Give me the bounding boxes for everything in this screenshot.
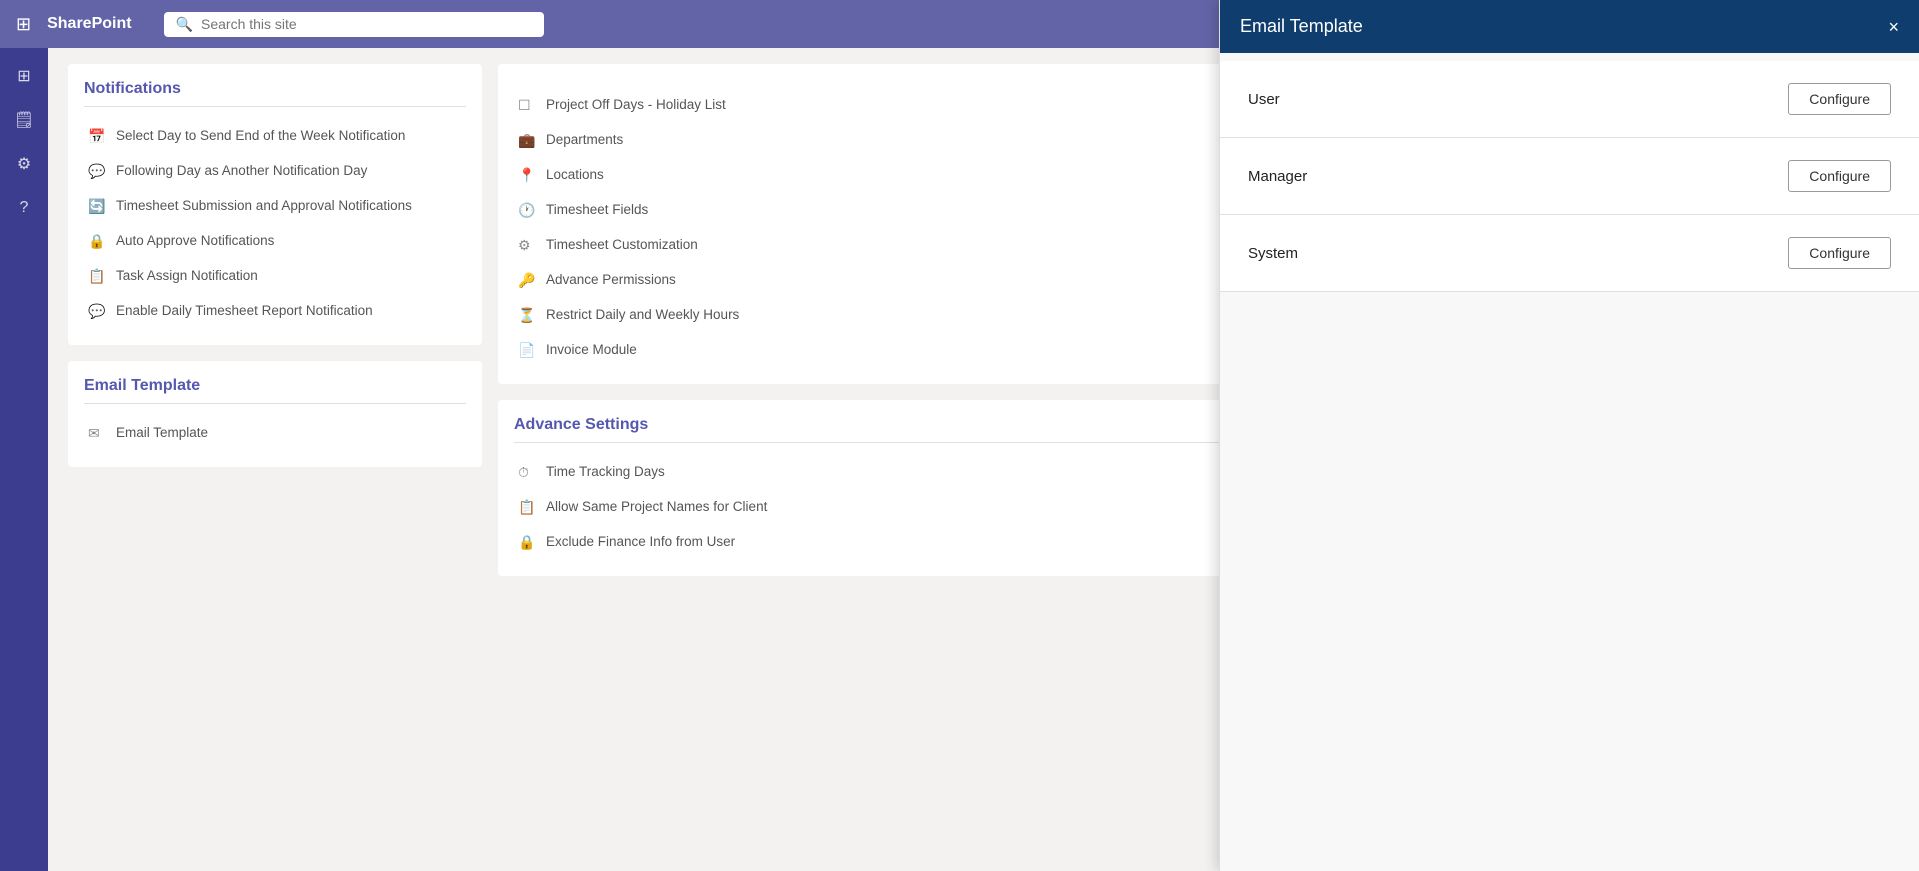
notifications-title: Notifications bbox=[84, 80, 466, 107]
sidebar-item-settings[interactable]: ⚙ bbox=[4, 144, 44, 184]
notifications-section: Notifications 📅 Select Day to Send End o… bbox=[68, 64, 482, 345]
menu-item-label: Timesheet Customization bbox=[546, 236, 698, 255]
manager-label: Manager bbox=[1248, 168, 1307, 185]
checkbox-icon: ☐ bbox=[518, 97, 536, 115]
menu-item-label: Timesheet Fields bbox=[546, 201, 648, 220]
menu-item-timesheet-approval[interactable]: 🔄 Timesheet Submission and Approval Noti… bbox=[84, 189, 466, 224]
waffle-icon[interactable]: ⊞ bbox=[12, 10, 35, 39]
menu-item-label: Email Template bbox=[116, 424, 208, 443]
menu-item-email-template[interactable]: ✉ Email Template bbox=[84, 416, 466, 451]
menu-item-label: Exclude Finance Info from User bbox=[546, 533, 735, 552]
menu-item-label: Departments bbox=[546, 131, 623, 150]
calendar-icon: 📅 bbox=[88, 128, 106, 146]
menu-item-label: Locations bbox=[546, 166, 604, 185]
menu-item-following-day[interactable]: 💬 Following Day as Another Notification … bbox=[84, 154, 466, 189]
lock-alt-icon: 🔒 bbox=[518, 534, 536, 552]
app-logo: SharePoint bbox=[47, 15, 131, 33]
document-icon: 📄 bbox=[518, 342, 536, 360]
search-box: 🔍 bbox=[164, 12, 544, 37]
settings-icon: ⚙ bbox=[518, 237, 536, 255]
email-template-panel: Email Template × User Configure Manager … bbox=[1219, 0, 1919, 871]
menu-item-label: Task Assign Notification bbox=[116, 267, 258, 286]
menu-item-label: Restrict Daily and Weekly Hours bbox=[546, 306, 739, 325]
hourglass-icon: ⏳ bbox=[518, 307, 536, 325]
menu-item-auto-approve[interactable]: 🔒 Auto Approve Notifications bbox=[84, 224, 466, 259]
menu-item-task-assign[interactable]: 📋 Task Assign Notification bbox=[84, 259, 466, 294]
clipboard-icon: 📋 bbox=[88, 268, 106, 286]
sidebar-item-waffle[interactable]: ⊞ bbox=[4, 56, 44, 96]
menu-item-label: Following Day as Another Notification Da… bbox=[116, 162, 367, 181]
template-row-manager: Manager Configure bbox=[1220, 138, 1919, 215]
menu-item-label: Enable Daily Timesheet Report Notificati… bbox=[116, 302, 373, 321]
menu-item-label: Select Day to Send End of the Week Notif… bbox=[116, 127, 405, 146]
lock-icon: 🔒 bbox=[88, 233, 106, 251]
panel-title: Email Template bbox=[1240, 16, 1363, 37]
left-column: Notifications 📅 Select Day to Send End o… bbox=[68, 64, 498, 592]
menu-item-label: Invoice Module bbox=[546, 341, 637, 360]
key-icon: 🔑 bbox=[518, 272, 536, 290]
menu-item-daily-report[interactable]: 💬 Enable Daily Timesheet Report Notifica… bbox=[84, 294, 466, 329]
mail-icon: ✉ bbox=[88, 425, 106, 443]
chat2-icon: 💬 bbox=[88, 303, 106, 321]
system-label: System bbox=[1248, 245, 1298, 262]
panel-close-button[interactable]: × bbox=[1888, 18, 1899, 36]
menu-item-week-notification[interactable]: 📅 Select Day to Send End of the Week Not… bbox=[84, 119, 466, 154]
briefcase-icon: 💼 bbox=[518, 132, 536, 150]
search-icon: 🔍 bbox=[176, 16, 193, 33]
panel-header: Email Template × bbox=[1220, 0, 1919, 53]
menu-item-label: Advance Permissions bbox=[546, 271, 676, 290]
menu-item-label: Allow Same Project Names for Client bbox=[546, 498, 767, 517]
sidebar: ⊞ 🗒 ⚙ ? bbox=[0, 48, 48, 871]
email-template-title: Email Template bbox=[84, 377, 466, 404]
template-row-system: System Configure bbox=[1220, 215, 1919, 292]
pin-icon: 📍 bbox=[518, 167, 536, 185]
sidebar-item-notebook[interactable]: 🗒 bbox=[4, 100, 44, 140]
menu-item-label: Time Tracking Days bbox=[546, 463, 665, 482]
clock-icon: 🕐 bbox=[518, 202, 536, 220]
document-list-icon: 📋 bbox=[518, 499, 536, 517]
configure-user-button[interactable]: Configure bbox=[1788, 83, 1891, 115]
sidebar-item-help[interactable]: ? bbox=[4, 188, 44, 228]
refresh-icon: 🔄 bbox=[88, 198, 106, 216]
menu-item-label: Project Off Days - Holiday List bbox=[546, 96, 726, 115]
user-label: User bbox=[1248, 91, 1280, 108]
configure-system-button[interactable]: Configure bbox=[1788, 237, 1891, 269]
menu-item-label: Auto Approve Notifications bbox=[116, 232, 274, 251]
template-row-user: User Configure bbox=[1220, 61, 1919, 138]
configure-manager-button[interactable]: Configure bbox=[1788, 160, 1891, 192]
panel-body: User Configure Manager Configure System … bbox=[1220, 53, 1919, 871]
menu-item-label: Timesheet Submission and Approval Notifi… bbox=[116, 197, 412, 216]
clock-circle-icon: ⏱ bbox=[518, 464, 536, 482]
chat-icon: 💬 bbox=[88, 163, 106, 181]
search-input[interactable] bbox=[201, 16, 532, 32]
email-template-section: Email Template ✉ Email Template bbox=[68, 361, 482, 467]
